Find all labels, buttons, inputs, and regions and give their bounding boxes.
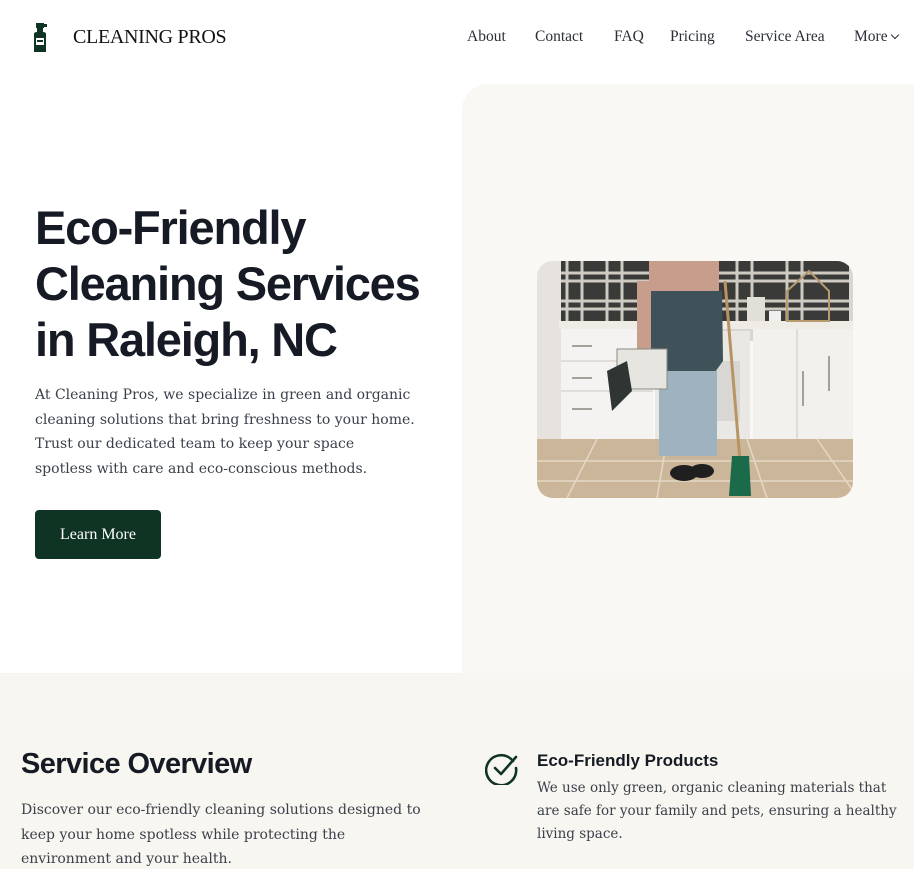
- nav-more[interactable]: More: [854, 28, 899, 46]
- nav-contact[interactable]: Contact: [535, 28, 583, 46]
- nav-service-area[interactable]: Service Area: [745, 28, 825, 46]
- hero-photo: [537, 261, 853, 498]
- check-circle-icon: [485, 753, 518, 785]
- main-nav: About Contact FAQ Pricing Service Area M…: [0, 28, 914, 48]
- kitchen-cleaner-image: [537, 261, 853, 498]
- nav-pricing[interactable]: Pricing: [670, 28, 715, 46]
- hero-description: At Cleaning Pros, we specialize in green…: [35, 387, 415, 477]
- nav-more-label: More: [854, 28, 888, 45]
- hero-title-line-1: Eco-Friendly: [35, 201, 306, 254]
- feature-description: We use only green, organic cleaning mate…: [537, 780, 897, 842]
- service-overview-section: Service Overview Discover our eco-friend…: [0, 673, 914, 869]
- section-title: Service Overview: [21, 748, 252, 780]
- nav-about[interactable]: About: [467, 28, 506, 46]
- chevron-down-icon: [890, 30, 899, 40]
- learn-more-button[interactable]: Learn More: [35, 510, 161, 559]
- hero-title-line-3: in Raleigh, NC: [35, 313, 338, 366]
- nav-faq[interactable]: FAQ: [614, 28, 644, 46]
- site-header: CLEANING PROS About Contact FAQ Pricing …: [0, 0, 914, 80]
- hero-title: Eco-Friendly Cleaning Services in Raleig…: [35, 200, 455, 368]
- hero-title-line-2: Cleaning Services: [35, 257, 421, 310]
- section-description: Discover our eco-friendly cleaning solut…: [21, 802, 421, 867]
- feature-title: Eco-Friendly Products: [537, 751, 719, 770]
